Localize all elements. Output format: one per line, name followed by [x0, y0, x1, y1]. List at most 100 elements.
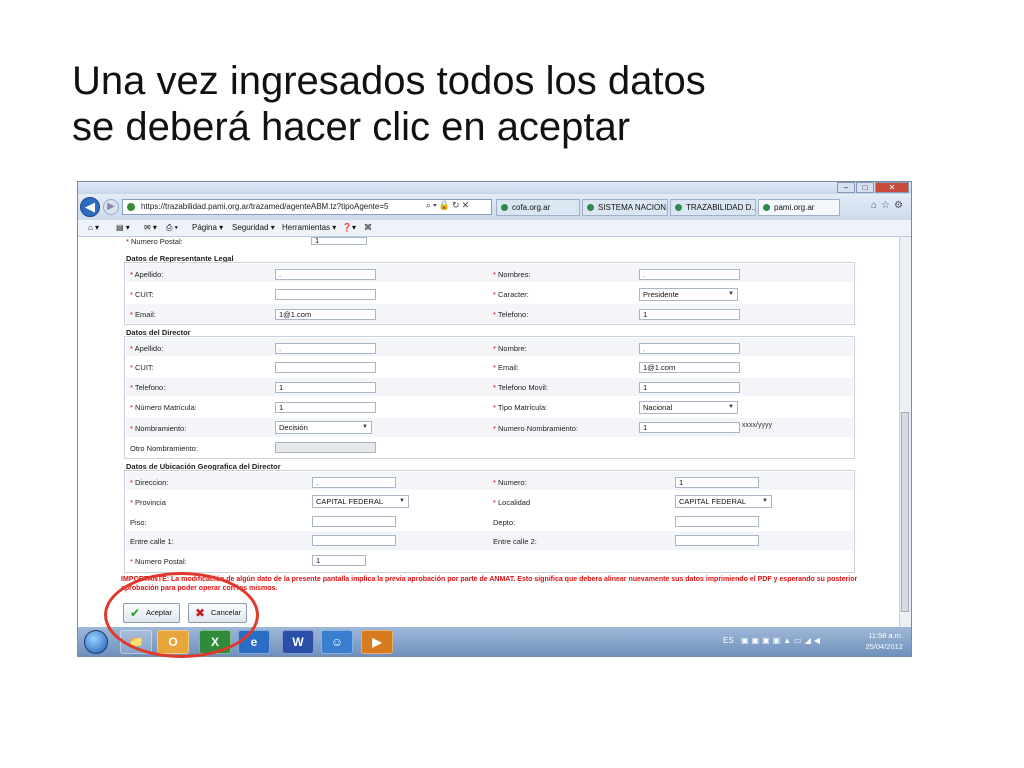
- ubic-localidad-label: * Localidad: [493, 498, 531, 507]
- rep-nombres-label: * Nombres:: [493, 270, 531, 279]
- dir-numnomb-label: * Numero Nombramiento:: [493, 424, 579, 433]
- tab-trazabilidad[interactable]: TRAZABILIDAD D...: [670, 199, 756, 216]
- menu-pagina[interactable]: Página ▾: [192, 220, 223, 236]
- dir-cuit-label: * CUIT:: [130, 363, 154, 372]
- vertical-scrollbar[interactable]: [899, 237, 911, 627]
- dir-tipo-select[interactable]: Nacional ▼: [639, 401, 738, 414]
- address-actions[interactable]: ⌕▾🔒↻✕: [426, 200, 471, 211]
- ubic-provincia-select[interactable]: CAPITAL FEDERAL ▼: [312, 495, 409, 508]
- ubic-direccion-input[interactable]: .: [312, 477, 396, 488]
- clock[interactable]: 11:58 a.m. 25/04/2012: [865, 630, 903, 652]
- messenger-icon[interactable]: ☺: [321, 630, 353, 654]
- chevron-down-icon: ▼: [362, 424, 368, 430]
- tab-favicon-icon: [501, 204, 508, 211]
- ubic-localidad-select[interactable]: CAPITAL FEDERAL ▼: [675, 495, 772, 508]
- slide-title-line1: Una vez ingresados todos los datos: [72, 59, 706, 103]
- ubic-piso-input[interactable]: [312, 516, 396, 527]
- rep-nombres-input[interactable]: .: [639, 269, 740, 280]
- rep-email-label: * Email:: [130, 310, 156, 319]
- dir-nombramiento-select[interactable]: Decisión ▼: [275, 421, 372, 434]
- rep-cuit-input[interactable]: [275, 289, 376, 300]
- top-postal-input[interactable]: 1: [311, 237, 367, 245]
- rep-telefono-input[interactable]: 1: [639, 309, 740, 320]
- chevron-down-icon: ▼: [728, 291, 734, 297]
- clock-time: 11:58 a.m.: [868, 631, 903, 640]
- chevron-down-icon: ▼: [728, 404, 734, 410]
- slide-title: Una vez ingresados todos los datos se de…: [72, 58, 706, 150]
- dir-email-label: * Email:: [493, 363, 519, 372]
- ubic-numero-input[interactable]: 1: [675, 477, 759, 488]
- dir-cuit-input[interactable]: [275, 362, 376, 373]
- rep-caracter-label: * Caracter:: [493, 290, 529, 299]
- ubic-depto-label: Depto:: [493, 518, 516, 527]
- tray-icons[interactable]: ▣▣▣▣▲▭◢◀: [741, 636, 823, 645]
- tab-cofa[interactable]: cofa.org.ar: [496, 199, 580, 216]
- word-icon[interactable]: W: [282, 630, 314, 654]
- media-player-icon[interactable]: ▶: [361, 630, 393, 654]
- window-titlebar: – □ ✕: [78, 182, 911, 194]
- ubic-postal-input[interactable]: 1: [312, 555, 366, 566]
- dir-movil-input[interactable]: 1: [639, 382, 740, 393]
- dir-movil-label: * Telefono Movil:: [493, 383, 548, 392]
- tab-sistema[interactable]: SISTEMA NACION...: [582, 199, 668, 216]
- start-button[interactable]: [84, 630, 108, 654]
- rep-apellido-label: * Apellido:: [130, 270, 164, 279]
- menu-herramientas[interactable]: Herramientas ▾: [282, 220, 336, 236]
- dir-matricula-input[interactable]: 1: [275, 402, 376, 413]
- feeds-icon[interactable]: ▤ ▾: [116, 220, 130, 236]
- ubic-depto-input[interactable]: [675, 516, 759, 527]
- dir-tipo-label: * Tipo Matrícula:: [493, 403, 548, 412]
- ubic-postal-label: * Numero Postal:: [130, 557, 187, 566]
- minimize-button[interactable]: –: [837, 182, 855, 193]
- research-icon[interactable]: ⌘: [364, 220, 372, 236]
- home-star-gear-icons[interactable]: ⌂☆⚙: [871, 200, 907, 211]
- slide-title-line2: se deberá hacer clic en aceptar: [72, 105, 631, 149]
- clock-date: 25/04/2012: [865, 642, 903, 651]
- tab-favicon-icon: [675, 204, 682, 211]
- address-row: ◀ ▶ https://trazabilidad.pami.org.ar/tra…: [78, 194, 911, 220]
- ubic-numero-label: * Numero:: [493, 478, 527, 487]
- rep-caracter-select[interactable]: Presidente ▼: [639, 288, 738, 301]
- scrollbar-thumb[interactable]: [901, 412, 909, 612]
- mail-icon[interactable]: ✉ ▾: [144, 220, 157, 236]
- dir-nombre-label: * Nombre:: [493, 344, 527, 353]
- close-button[interactable]: ✕: [875, 182, 909, 193]
- dir-otro-input: [275, 442, 376, 453]
- dir-email-input[interactable]: 1@1.com: [639, 362, 740, 373]
- menu-seguridad[interactable]: Seguridad ▾: [232, 220, 275, 236]
- chevron-down-icon: ▼: [399, 498, 405, 504]
- dir-nombre-input[interactable]: .: [639, 343, 740, 354]
- maximize-button[interactable]: □: [856, 182, 874, 193]
- ubic-provincia-label: * Provincia: [130, 498, 166, 507]
- page-content: * Numero Postal: 1 Datos de Representant…: [78, 237, 901, 627]
- print-icon[interactable]: ⎙ ▾: [166, 220, 178, 236]
- ubic-calle1-input[interactable]: [312, 535, 396, 546]
- dir-numnomb-hint: xxxx/yyyy: [742, 422, 772, 429]
- highlight-circle: [104, 572, 259, 658]
- command-bar: ⌂ ▾ ▤ ▾ ✉ ▾ ⎙ ▾ Página ▾ Seguridad ▾ Her…: [78, 220, 911, 237]
- language-indicator[interactable]: ES: [723, 636, 734, 645]
- tab-pami[interactable]: pami.org.ar: [758, 199, 840, 216]
- dir-nombramiento-label: * Nombramiento:: [130, 424, 187, 433]
- rep-apellido-input[interactable]: .: [275, 269, 376, 280]
- dir-otro-label: Otro Nombramiento:: [130, 444, 198, 453]
- dir-apellido-input[interactable]: .: [275, 343, 376, 354]
- back-button[interactable]: ◀: [80, 197, 100, 217]
- help-icon[interactable]: ❓▾: [342, 220, 356, 236]
- dir-telefono-input[interactable]: 1: [275, 382, 376, 393]
- rep-email-input[interactable]: 1@1.com: [275, 309, 376, 320]
- ubic-calle2-label: Entre calle 2:: [493, 537, 537, 546]
- site-favicon-icon: [127, 203, 135, 211]
- ubic-calle2-input[interactable]: [675, 535, 759, 546]
- forward-button[interactable]: ▶: [103, 199, 119, 215]
- tab-favicon-icon: [587, 204, 594, 211]
- url-text: https://trazabilidad.pami.org.ar/trazame…: [141, 202, 389, 211]
- dir-numnomb-input[interactable]: 1: [639, 422, 740, 433]
- ubic-calle1-label: Entre calle 1:: [130, 537, 174, 546]
- chevron-down-icon: ▼: [762, 498, 768, 504]
- home-icon[interactable]: ⌂ ▾: [88, 220, 99, 236]
- rep-telefono-label: * Telefono:: [493, 310, 529, 319]
- rep-cuit-label: * CUIT:: [130, 290, 154, 299]
- ubic-piso-label: Piso:: [130, 518, 147, 527]
- tab-favicon-icon: [763, 204, 770, 211]
